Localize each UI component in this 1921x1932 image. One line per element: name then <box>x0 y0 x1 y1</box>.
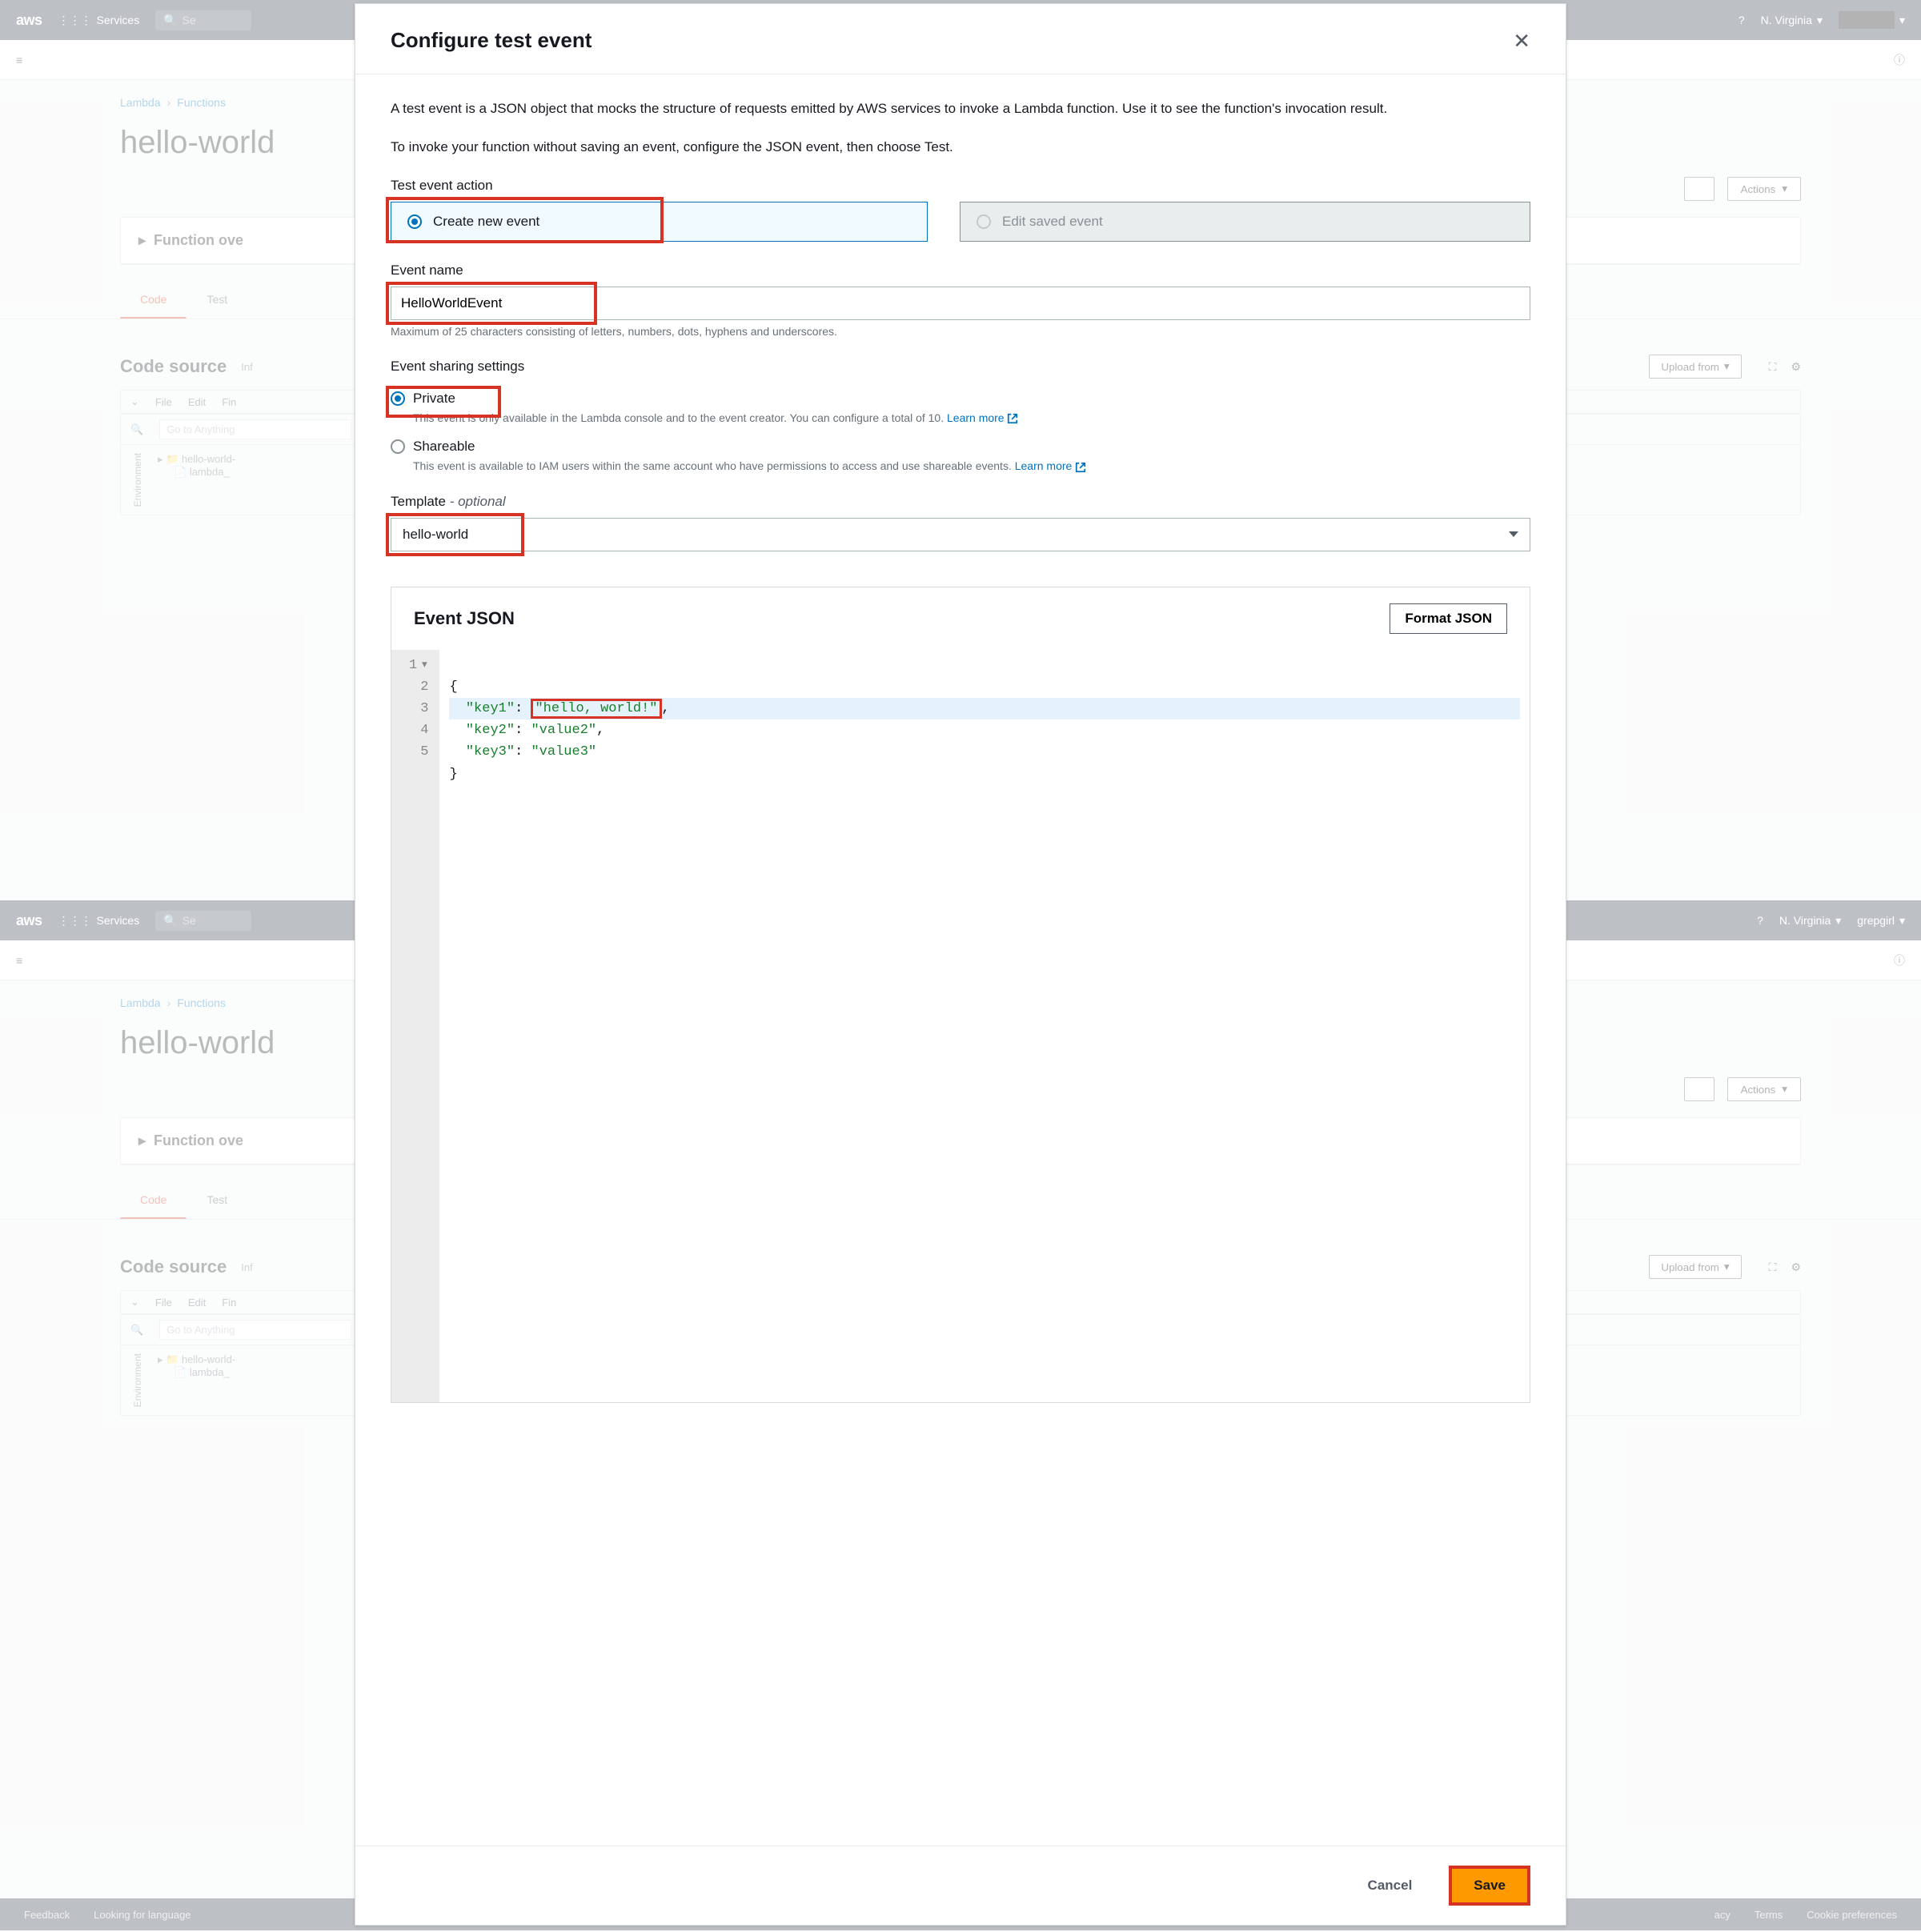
radio-selected-icon <box>407 214 422 229</box>
private-radio[interactable]: Private <box>391 391 455 407</box>
template-label: Template - optional <box>391 494 1530 510</box>
radio-selected-icon <box>391 391 405 406</box>
external-link-icon <box>1075 462 1086 473</box>
caret-down-icon <box>1509 531 1518 537</box>
event-json-title: Event JSON <box>414 608 515 629</box>
learn-more-private-link[interactable]: Learn more <box>947 411 1018 424</box>
modal-description-1: A test event is a JSON object that mocks… <box>391 98 1530 119</box>
private-hint: This event is only available in the Lamb… <box>413 411 1530 424</box>
event-sharing-label: Event sharing settings <box>391 359 1530 375</box>
external-link-icon <box>1007 413 1018 424</box>
event-json-panel: Event JSON Format JSON 1▾ 2 3 4 5 { "key… <box>391 587 1530 1403</box>
editor-code[interactable]: { "key1": "hello, world!", "key2": "valu… <box>439 650 1530 1402</box>
create-new-event-option[interactable]: Create new event <box>391 202 928 242</box>
radio-unselected-icon <box>391 439 405 454</box>
json-editor[interactable]: 1▾ 2 3 4 5 { "key1": "hello, world!", "k… <box>391 650 1530 1402</box>
template-select[interactable]: hello-world <box>391 518 1530 551</box>
close-icon[interactable]: ✕ <box>1513 30 1530 51</box>
learn-more-shareable-link[interactable]: Learn more <box>1015 459 1086 472</box>
edit-saved-event-option: Edit saved event <box>960 202 1530 242</box>
radio-disabled-icon <box>977 214 991 229</box>
format-json-button[interactable]: Format JSON <box>1390 603 1507 634</box>
configure-test-event-modal: Configure test event ✕ A test event is a… <box>355 3 1566 1926</box>
save-button[interactable]: Save <box>1452 1869 1527 1902</box>
modal-description-2: To invoke your function without saving a… <box>391 137 1530 158</box>
event-name-input[interactable] <box>391 287 1530 320</box>
modal-title: Configure test event <box>391 28 592 53</box>
event-name-hint: Maximum of 25 characters consisting of l… <box>391 325 1530 338</box>
event-name-label: Event name <box>391 263 1530 279</box>
test-event-action-label: Test event action <box>391 178 1530 194</box>
cancel-button[interactable]: Cancel <box>1354 1870 1427 1902</box>
shareable-radio[interactable]: Shareable <box>391 439 1530 455</box>
editor-gutter: 1▾ 2 3 4 5 <box>391 650 439 1402</box>
shareable-hint: This event is available to IAM users wit… <box>413 459 1530 472</box>
